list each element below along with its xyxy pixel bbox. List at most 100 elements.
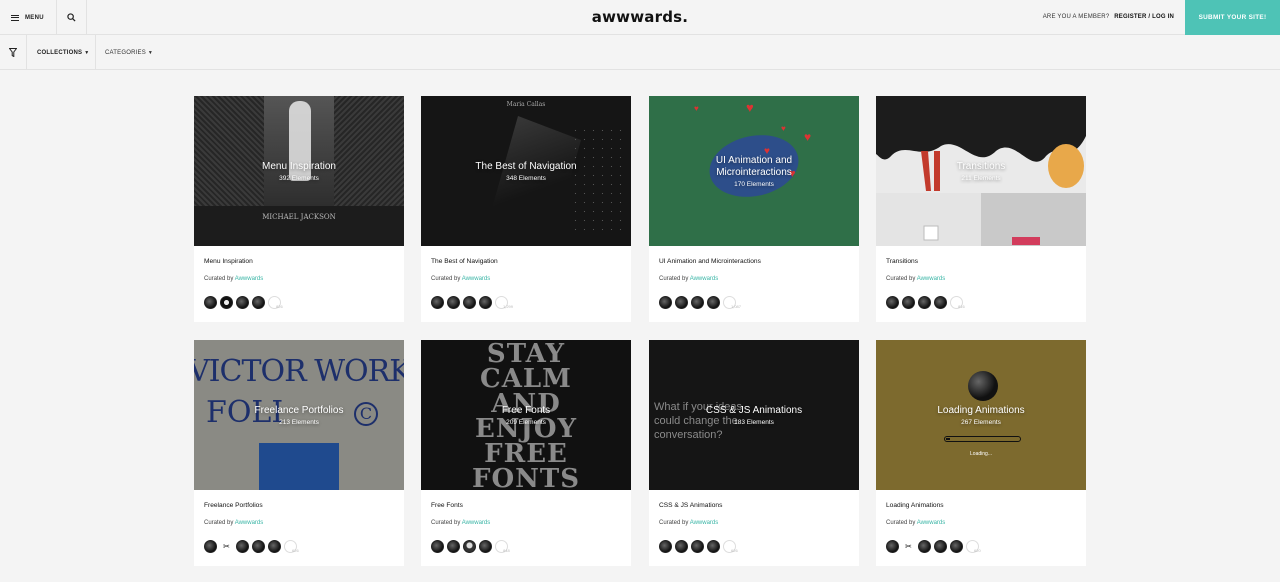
curator-link[interactable]: Awwwards [235, 276, 264, 282]
card-element-count: 392 Elements [279, 174, 319, 182]
collection-card[interactable]: MICHAEL JACKSON Menu Inspiration 392 Ele… [194, 96, 404, 322]
card-name[interactable]: The Best of Navigation [431, 258, 498, 265]
avatar[interactable] [447, 540, 460, 553]
avatar[interactable] [431, 296, 444, 309]
curated-prefix: Curated by [659, 276, 689, 282]
collection-card[interactable]: STAY CALM AND ENJOY FREE FONTS Free Font… [421, 340, 631, 566]
filter-bar: COLLECTIONS ▼ CATEGORIES ▼ [0, 35, 1280, 70]
curated-prefix: Curated by [886, 520, 916, 526]
card-name[interactable]: Loading Animations [886, 502, 944, 509]
avatar[interactable] [463, 540, 476, 553]
more-avatars[interactable]: 1,087 [723, 296, 741, 309]
curator-link[interactable]: Awwwards [690, 520, 719, 526]
avatar[interactable] [252, 540, 265, 553]
avatar[interactable] [447, 296, 460, 309]
curated-by: Curated by Awwwards [204, 276, 263, 282]
collections-dropdown[interactable]: COLLECTIONS ▼ [27, 35, 96, 70]
collection-card[interactable]: What if your ideas could change the conv… [649, 340, 859, 566]
card-name[interactable]: CSS & JS Animations [659, 502, 722, 509]
avatar[interactable] [902, 296, 915, 309]
avatar[interactable] [918, 540, 931, 553]
avatar[interactable] [431, 540, 444, 553]
avatar-row: 826 [204, 296, 283, 309]
curated-prefix: Curated by [431, 520, 461, 526]
curator-link[interactable]: Awwwards [462, 276, 491, 282]
avatar[interactable] [707, 296, 720, 309]
collections-label: COLLECTIONS [37, 49, 83, 56]
card-name[interactable]: Freelance Portfolios [204, 502, 263, 509]
card-overlay: CSS & JS Animations 183 Elements [649, 340, 859, 490]
avatar[interactable] [886, 296, 899, 309]
avatar[interactable] [204, 296, 217, 309]
card-overlay-title: Transitions [956, 160, 1006, 172]
more-avatars[interactable]: 1,299 [495, 296, 513, 309]
curator-link[interactable]: Awwwards [462, 520, 491, 526]
avatar[interactable] [934, 296, 947, 309]
collection-card[interactable]: Loading... Loading Animations 267 Elemen… [876, 340, 1086, 566]
caret-down-icon: ▼ [147, 49, 154, 56]
more-avatars[interactable]: 816 [950, 296, 965, 309]
member-question: ARE YOU A MEMBER? [1042, 14, 1110, 20]
submit-site-button[interactable]: SUBMIT YOUR SITE! [1185, 0, 1280, 35]
avatar[interactable] [675, 296, 688, 309]
curator-link[interactable]: Awwwards [690, 276, 719, 282]
card-name[interactable]: Menu Inspiration [204, 258, 253, 265]
avatar[interactable] [950, 540, 963, 553]
more-avatars[interactable]: 826 [268, 296, 283, 309]
avatar[interactable] [220, 296, 233, 309]
avatar[interactable] [463, 296, 476, 309]
avatar[interactable] [934, 540, 947, 553]
avatar[interactable] [886, 540, 899, 553]
avatar[interactable] [675, 540, 688, 553]
avatar[interactable] [479, 296, 492, 309]
card-element-count: 170 Elements [734, 180, 774, 188]
collection-card[interactable]: Maria Callas The Best of Navigation 348 … [421, 96, 631, 322]
more-avatars[interactable]: 620 [966, 540, 981, 553]
filter-icon [9, 48, 17, 57]
card-element-count: 267 Elements [961, 418, 1001, 426]
avatar-row: ✂ 626 [204, 540, 299, 553]
avatar[interactable] [691, 540, 704, 553]
avatar[interactable] [204, 540, 217, 553]
curator-link[interactable]: Awwwards [917, 276, 946, 282]
avatar-count: 626 [731, 548, 738, 553]
curator-link[interactable]: Awwwards [235, 520, 264, 526]
card-overlay: Free Fonts 209 Elements [421, 340, 631, 490]
avatar[interactable] [691, 296, 704, 309]
avatar-row: ✂ 620 [886, 540, 981, 553]
avatar[interactable] [236, 540, 249, 553]
card-name[interactable]: Transitions [886, 258, 918, 265]
categories-label: CATEGORIES [105, 49, 146, 56]
avatar-count: 1,087 [731, 304, 742, 309]
avatar[interactable] [252, 296, 265, 309]
filter-button[interactable] [0, 35, 27, 70]
collection-card[interactable]: Transitions 211 Elements Transitions Cur… [876, 96, 1086, 322]
register-login-link[interactable]: REGISTER / LOG IN [1114, 14, 1174, 20]
more-avatars[interactable]: 848 [495, 540, 510, 553]
card-overlay: Loading Animations 267 Elements [876, 340, 1086, 490]
categories-dropdown[interactable]: CATEGORIES ▼ [96, 35, 153, 70]
card-name[interactable]: UI Animation and Microinteractions [659, 258, 761, 265]
avatar[interactable] [659, 296, 672, 309]
curator-link[interactable]: Awwwards [917, 520, 946, 526]
collection-card[interactable]: VICTOR WORK FOLI C Freelance Portfolios … [194, 340, 404, 566]
collection-card[interactable]: ♥ ♥ ♥ ♥ ♥ ♥ UI Animation and Microintera… [649, 96, 859, 322]
avatar[interactable] [268, 540, 281, 553]
card-thumbnail: Transitions 211 Elements [876, 96, 1086, 246]
avatar[interactable] [236, 296, 249, 309]
more-avatars[interactable]: 626 [723, 540, 738, 553]
card-name[interactable]: Free Fonts [431, 502, 463, 509]
card-overlay-title: UI Animation and Microinteractions [715, 154, 793, 178]
scissors-icon[interactable]: ✂ [220, 542, 233, 551]
card-element-count: 213 Elements [279, 418, 319, 426]
more-avatars[interactable]: 626 [284, 540, 299, 553]
card-thumbnail: VICTOR WORK FOLI C Freelance Portfolios … [194, 340, 404, 490]
avatar[interactable] [659, 540, 672, 553]
curated-prefix: Curated by [204, 276, 234, 282]
top-nav: MENU awwwards. ARE YOU A MEMBER? REGISTE… [0, 0, 1280, 35]
avatar[interactable] [918, 296, 931, 309]
scissors-icon[interactable]: ✂ [902, 542, 915, 551]
avatar-row: 626 [659, 540, 738, 553]
avatar[interactable] [707, 540, 720, 553]
avatar[interactable] [479, 540, 492, 553]
